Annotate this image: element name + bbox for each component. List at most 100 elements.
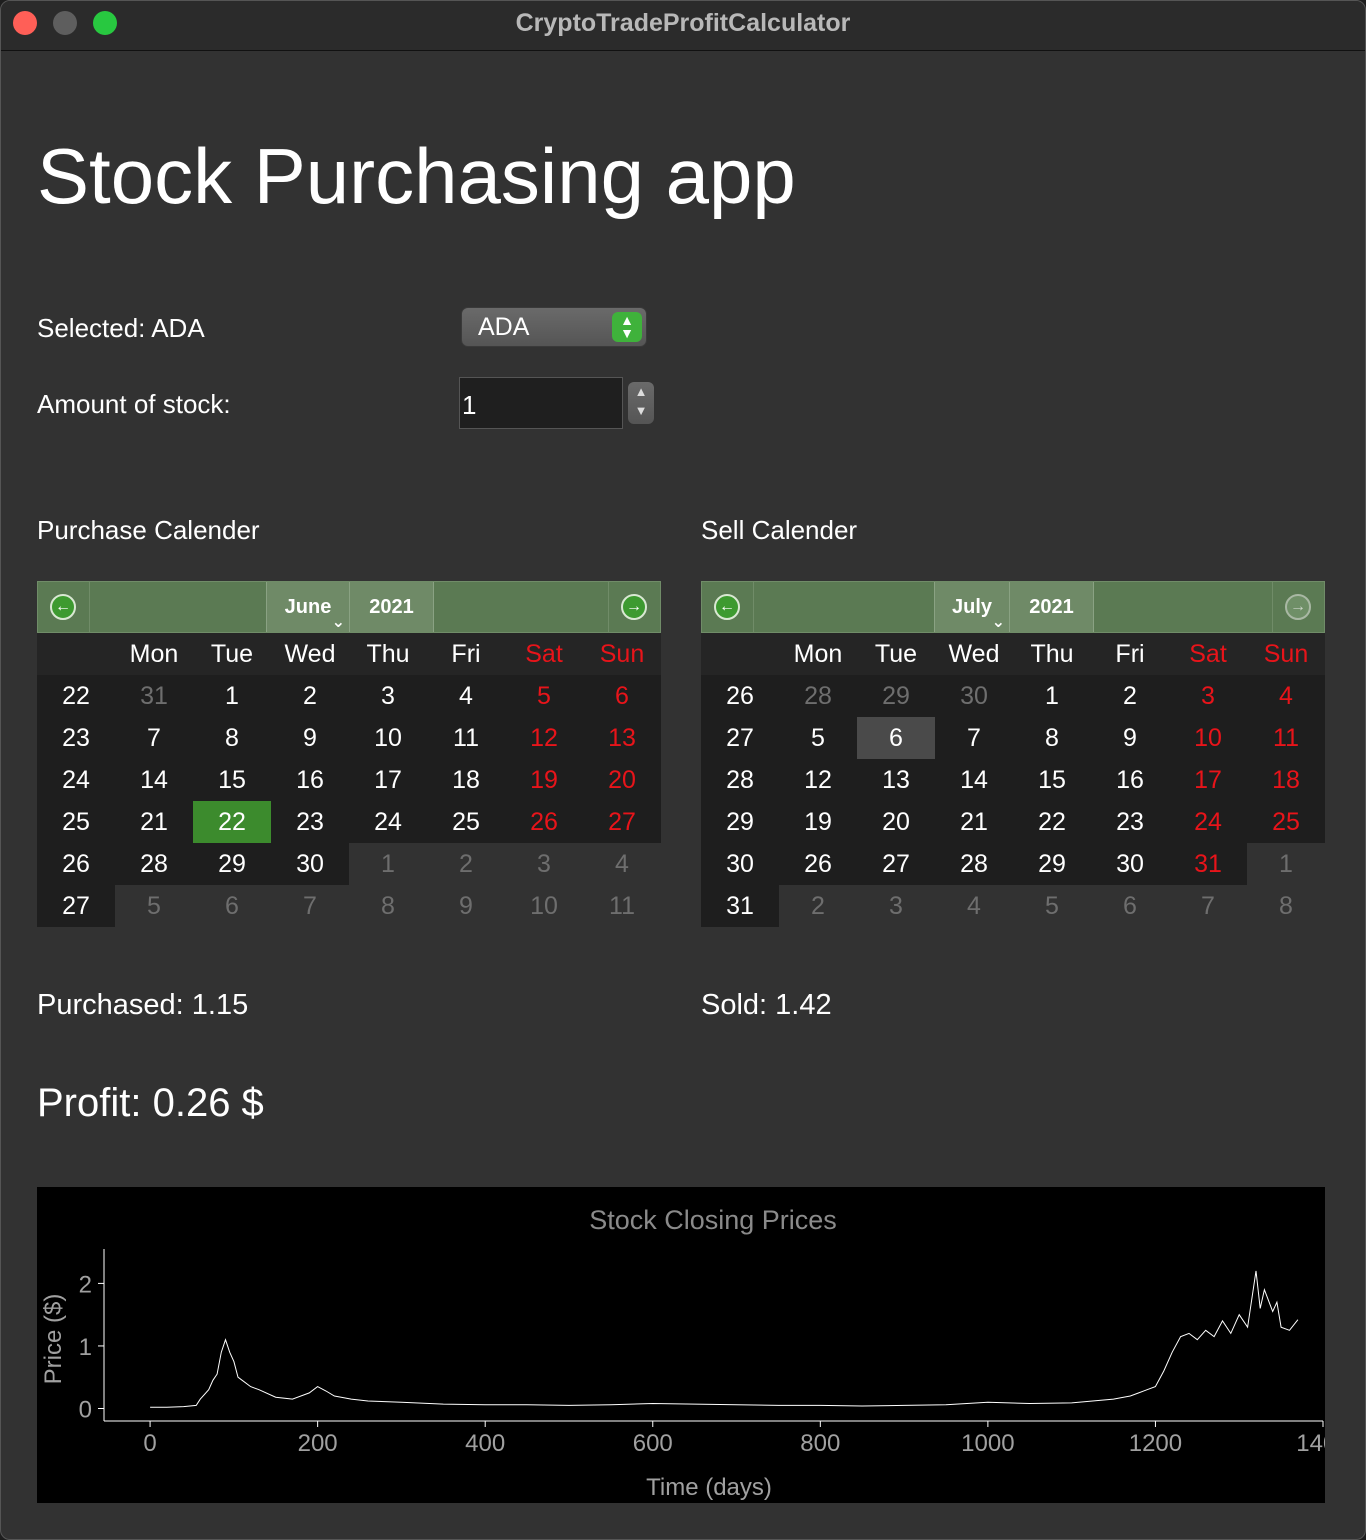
- sell-day-cell[interactable]: 26: [779, 843, 857, 885]
- sell-calendar[interactable]: ← July ⌄ 2021 → Mon Tue Wed Thu Fri Sat Sun 26 28…: [701, 581, 1325, 927]
- purchase-day-cell[interactable]: 21: [115, 801, 193, 843]
- sell-day-cell[interactable]: 29: [1013, 843, 1091, 885]
- sell-day-cell[interactable]: 3: [857, 885, 935, 927]
- purchase-day-cell[interactable]: 4: [583, 843, 661, 885]
- sell-day-cell[interactable]: 10: [1169, 717, 1247, 759]
- purchase-day-cell[interactable]: 5: [115, 885, 193, 927]
- purchase-day-cell[interactable]: 1: [349, 843, 427, 885]
- sell-day-cell[interactable]: 19: [779, 801, 857, 843]
- sell-day-cell[interactable]: 6: [857, 717, 935, 759]
- purchase-day-cell[interactable]: 14: [115, 759, 193, 801]
- purchase-day-cell[interactable]: 5: [505, 675, 583, 717]
- sell-day-cell[interactable]: 29: [857, 675, 935, 717]
- purchase-day-cell[interactable]: 1: [193, 675, 271, 717]
- purchase-day-cell[interactable]: 2: [271, 675, 349, 717]
- purchase-day-cell[interactable]: 19: [505, 759, 583, 801]
- sell-day-cell[interactable]: 30: [935, 675, 1013, 717]
- purchase-day-cell[interactable]: 30: [271, 843, 349, 885]
- sell-day-cell[interactable]: 2: [1091, 675, 1169, 717]
- purchase-day-cell[interactable]: 6: [193, 885, 271, 927]
- sell-day-cell[interactable]: 5: [1013, 885, 1091, 927]
- sell-day-cell[interactable]: 8: [1247, 885, 1325, 927]
- sell-day-cell[interactable]: 6: [1091, 885, 1169, 927]
- sell-next-month-button[interactable]: →: [1272, 582, 1324, 632]
- x-tick-label: 1000: [961, 1430, 1014, 1457]
- purchase-day-cell[interactable]: 13: [583, 717, 661, 759]
- stepper-up-icon[interactable]: ▲: [628, 382, 654, 401]
- purchase-day-cell[interactable]: 8: [349, 885, 427, 927]
- purchase-day-cell[interactable]: 10: [505, 885, 583, 927]
- sell-day-cell[interactable]: 31: [1169, 843, 1247, 885]
- purchase-day-cell[interactable]: 26: [505, 801, 583, 843]
- purchase-day-cell[interactable]: 7: [271, 885, 349, 927]
- purchase-day-cell[interactable]: 27: [583, 801, 661, 843]
- sell-day-cell[interactable]: 11: [1247, 717, 1325, 759]
- sell-day-cell[interactable]: 23: [1091, 801, 1169, 843]
- sell-day-cell[interactable]: 25: [1247, 801, 1325, 843]
- sell-day-cell[interactable]: 14: [935, 759, 1013, 801]
- sell-day-cell[interactable]: 5: [779, 717, 857, 759]
- purchase-day-cell[interactable]: 15: [193, 759, 271, 801]
- purchase-calendar[interactable]: ← June ⌄ 2021 → Mon Tue Wed Thu Fri Sat Sun 22 31…: [37, 581, 661, 927]
- sell-month-button[interactable]: July ⌄: [934, 582, 1010, 632]
- purchase-day-cell[interactable]: 11: [583, 885, 661, 927]
- purchase-day-cell[interactable]: 23: [271, 801, 349, 843]
- sell-day-cell[interactable]: 13: [857, 759, 935, 801]
- purchase-day-cell[interactable]: 12: [505, 717, 583, 759]
- purchase-day-cell[interactable]: 11: [427, 717, 505, 759]
- purchase-month-button[interactable]: June ⌄: [266, 582, 350, 632]
- sell-day-cell[interactable]: 12: [779, 759, 857, 801]
- amount-stepper[interactable]: ▲ ▼: [628, 382, 654, 424]
- purchase-day-cell[interactable]: 7: [115, 717, 193, 759]
- amount-input[interactable]: 1: [459, 377, 623, 429]
- purchase-next-month-button[interactable]: →: [608, 582, 660, 632]
- purchase-day-cell[interactable]: 4: [427, 675, 505, 717]
- coin-select[interactable]: ADA ▲ ▼: [461, 307, 647, 347]
- purchase-day-cell[interactable]: 31: [115, 675, 193, 717]
- purchase-day-cell[interactable]: 9: [427, 885, 505, 927]
- purchase-day-cell[interactable]: 6: [583, 675, 661, 717]
- purchase-day-cell[interactable]: 28: [115, 843, 193, 885]
- sell-day-cell[interactable]: 3: [1169, 675, 1247, 717]
- purchase-day-cell[interactable]: 20: [583, 759, 661, 801]
- purchase-day-cell[interactable]: 17: [349, 759, 427, 801]
- sell-day-cell[interactable]: 4: [935, 885, 1013, 927]
- sell-day-cell[interactable]: 1: [1013, 675, 1091, 717]
- purchase-day-cell[interactable]: 9: [271, 717, 349, 759]
- stepper-down-icon[interactable]: ▼: [628, 401, 654, 420]
- purchase-day-cell[interactable]: 18: [427, 759, 505, 801]
- purchase-day-cell[interactable]: 3: [349, 675, 427, 717]
- sell-day-cell[interactable]: 7: [1169, 885, 1247, 927]
- sell-day-cell[interactable]: 4: [1247, 675, 1325, 717]
- purchase-day-cell[interactable]: 2: [427, 843, 505, 885]
- sell-day-cell[interactable]: 21: [935, 801, 1013, 843]
- purchase-day-cell[interactable]: 16: [271, 759, 349, 801]
- purchase-prev-month-button[interactable]: ←: [38, 582, 90, 632]
- sell-day-cell[interactable]: 17: [1169, 759, 1247, 801]
- sell-day-cell[interactable]: 28: [935, 843, 1013, 885]
- sell-day-cell[interactable]: 24: [1169, 801, 1247, 843]
- purchase-year-button[interactable]: 2021: [350, 582, 434, 632]
- purchase-day-cell[interactable]: 25: [427, 801, 505, 843]
- purchase-day-cell[interactable]: 8: [193, 717, 271, 759]
- sell-day-cell[interactable]: 18: [1247, 759, 1325, 801]
- sell-day-cell[interactable]: 27: [857, 843, 935, 885]
- purchase-day-cell[interactable]: 24: [349, 801, 427, 843]
- sell-day-cell[interactable]: 2: [779, 885, 857, 927]
- sell-day-cell[interactable]: 20: [857, 801, 935, 843]
- sell-year-button[interactable]: 2021: [1010, 582, 1094, 632]
- purchase-day-cell[interactable]: 10: [349, 717, 427, 759]
- purchase-day-cell[interactable]: 29: [193, 843, 271, 885]
- sell-prev-month-button[interactable]: ←: [702, 582, 754, 632]
- sell-day-cell[interactable]: 16: [1091, 759, 1169, 801]
- sell-day-cell[interactable]: 22: [1013, 801, 1091, 843]
- sell-day-cell[interactable]: 7: [935, 717, 1013, 759]
- sell-day-cell[interactable]: 30: [1091, 843, 1169, 885]
- sell-day-cell[interactable]: 9: [1091, 717, 1169, 759]
- sell-day-cell[interactable]: 15: [1013, 759, 1091, 801]
- sell-day-cell[interactable]: 1: [1247, 843, 1325, 885]
- purchase-day-cell[interactable]: 22: [193, 801, 271, 843]
- sell-day-cell[interactable]: 8: [1013, 717, 1091, 759]
- purchase-day-cell[interactable]: 3: [505, 843, 583, 885]
- sell-day-cell[interactable]: 28: [779, 675, 857, 717]
